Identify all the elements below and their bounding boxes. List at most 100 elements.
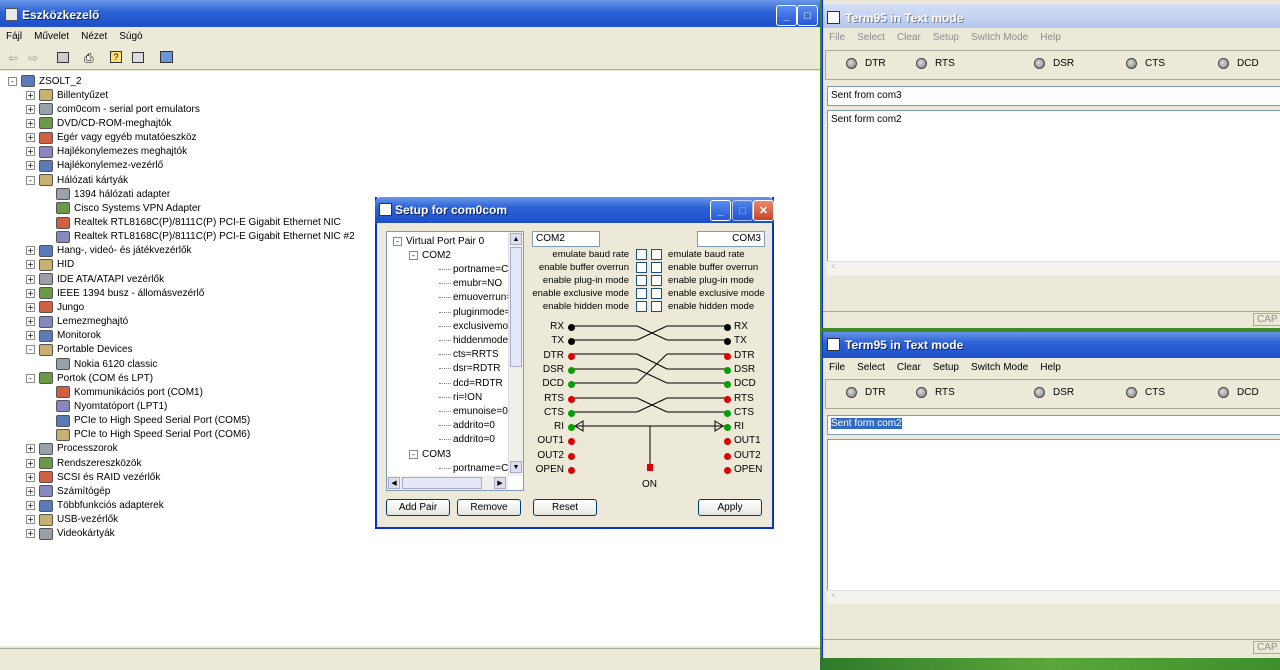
send-input[interactable]: Sent form com2 [827,415,1280,435]
port-tree-item[interactable]: cts=RRTS [439,348,499,362]
left-port-field[interactable]: COM2 [532,231,600,247]
tree-item[interactable]: + Egér vagy egyéb mutatóeszköz [26,131,197,145]
expand-icon[interactable]: + [26,118,35,128]
expand-icon[interactable]: + [26,472,35,482]
tree-item[interactable]: + Jungo [26,300,84,314]
tree-item[interactable]: Realtek RTL8168C(P)/8111C(P) PCI-E Gigab… [56,216,341,230]
tree-item[interactable]: + USB-vezérlők [26,513,118,527]
signal-dot-left[interactable] [568,452,575,460]
horizontal-scrollbar[interactable]: < [827,590,1280,604]
tree-vertical-scrollbar[interactable]: ▲ ▼ [508,232,523,476]
receive-area[interactable] [827,439,1280,604]
expand-icon[interactable]: + [26,260,35,270]
grid-view-icon[interactable] [132,52,144,63]
tree-item[interactable]: Nyomtatóport (LPT1) [56,399,167,413]
collapse-icon[interactable]: - [26,345,35,355]
reset-button[interactable]: Reset [533,499,597,516]
tree-item[interactable]: + Hang-, videó- és játékvezérlők [26,244,192,258]
expand-icon[interactable]: + [26,331,35,341]
device-manager-titlebar[interactable]: Eszközkezelő [0,0,820,30]
port-tree-item[interactable]: addrito=0 [439,433,495,447]
tree-item[interactable]: Realtek RTL8168C(P)/8111C(P) PCI-E Gigab… [56,230,355,244]
tree-item[interactable]: + IDE ATA/ATAPI vezérlők [26,272,164,286]
menu-select[interactable]: Select [851,362,891,373]
scroll-thumb[interactable] [510,247,522,367]
menu-select[interactable]: Select [851,32,891,43]
menu-switch-mode[interactable]: Switch Mode [965,32,1034,43]
term95-titlebar[interactable]: Term95 in Text mode [823,332,1280,358]
port-tree-item[interactable]: - COM3 [409,447,451,461]
option-checkbox-right[interactable] [651,275,662,286]
signal-dot-right[interactable] [724,467,731,474]
signal-dot-left[interactable] [568,395,575,403]
tree-item[interactable]: + SCSI és RAID vezérlők [26,470,160,484]
expand-icon[interactable]: + [26,515,35,525]
signal-dot-left[interactable] [568,366,575,374]
port-tree-item[interactable]: emubr=NO [439,277,502,291]
expand-icon[interactable]: + [26,501,35,510]
tree-item[interactable]: + DVD/CD-ROM-meghajtók [26,116,171,130]
expand-icon[interactable]: + [26,147,35,157]
close-button[interactable]: ✕ [753,200,774,221]
expand-icon[interactable]: + [26,133,35,143]
collapse-icon[interactable]: - [8,76,17,86]
tree-item[interactable]: + Rendszereszközök [26,456,141,470]
port-tree-item[interactable]: dcd=RDTR [439,376,503,390]
collapse-icon[interactable]: - [26,175,35,185]
signal-dot-right[interactable] [724,452,731,460]
signal-dot-left[interactable] [568,324,575,331]
scroll-up-icon[interactable]: ▲ [510,233,522,245]
tree-item[interactable]: + HID [26,258,74,272]
expand-icon[interactable]: + [26,288,35,298]
remove-button[interactable]: Remove [457,499,521,516]
option-checkbox-right[interactable] [651,249,662,260]
signal-dot-right[interactable] [724,395,731,403]
maximize-button[interactable]: □ [732,200,753,221]
receive-area[interactable]: Sent form com2 [827,110,1280,275]
port-tree-item[interactable]: - Virtual Port Pair 0 [393,234,484,248]
scroll-left-icon[interactable]: ◀ [388,477,400,489]
maximize-button[interactable]: □ [797,5,818,26]
scroll-down-icon[interactable]: ▼ [510,461,522,473]
tree-item[interactable]: PCIe to High Speed Serial Port (COM6) [56,428,250,442]
expand-icon[interactable]: + [26,458,35,468]
print-icon[interactable]: ⎙ [84,51,94,66]
port-tree-item[interactable]: emunoise=0 [439,404,508,418]
tree-item[interactable]: + Processzorok [26,442,118,456]
menu-file[interactable]: Fájl [0,31,28,42]
tree-item[interactable]: + Lemezmeghajtó [26,315,128,329]
tree-item[interactable]: - ZSOLT_2 [8,74,82,88]
option-checkbox-left[interactable] [636,262,647,273]
tree-item[interactable]: + IEEE 1394 busz - állomásvezérlő [26,286,204,300]
expand-icon[interactable]: + [26,274,35,284]
menu-view[interactable]: Nézet [75,31,113,42]
port-tree-item[interactable]: dsr=RDTR [439,362,501,376]
menu-help[interactable]: Súgó [113,31,148,42]
signal-dot-left[interactable] [568,467,575,474]
tree-item[interactable]: Kommunikációs port (COM1) [56,385,203,399]
add-pair-button[interactable]: Add Pair [386,499,450,516]
tree-horizontal-scrollbar[interactable]: ◀ ▶ [387,476,508,490]
help-icon[interactable]: ? [110,51,122,63]
collapse-icon[interactable]: - [393,236,402,246]
menu-setup[interactable]: Setup [927,32,965,43]
tree-item[interactable]: - Portable Devices [26,343,133,357]
tree-item[interactable]: + Monitorok [26,329,101,343]
option-checkbox-right[interactable] [651,301,662,312]
expand-icon[interactable]: + [26,529,35,539]
option-checkbox-right[interactable] [651,262,662,273]
tree-item[interactable]: + Számítógép [26,484,110,498]
expand-icon[interactable]: + [26,302,35,312]
option-checkbox-left[interactable] [636,288,647,299]
port-tree-item[interactable]: ri=!ON [439,390,482,404]
update-driver-icon[interactable] [160,51,173,63]
option-checkbox-right[interactable] [651,288,662,299]
expand-icon[interactable]: + [26,317,35,327]
expand-icon[interactable]: + [26,104,35,114]
back-arrow-icon[interactable]: ⇦ [8,51,18,65]
tree-item[interactable]: - Hálózati kártyák [26,173,128,187]
menu-file[interactable]: File [823,362,851,373]
forward-arrow-icon[interactable]: ⇨ [28,51,38,65]
menu-file[interactable]: File [823,32,851,43]
tree-item[interactable]: + Hajlékonylemez-vezérlő [26,159,163,173]
